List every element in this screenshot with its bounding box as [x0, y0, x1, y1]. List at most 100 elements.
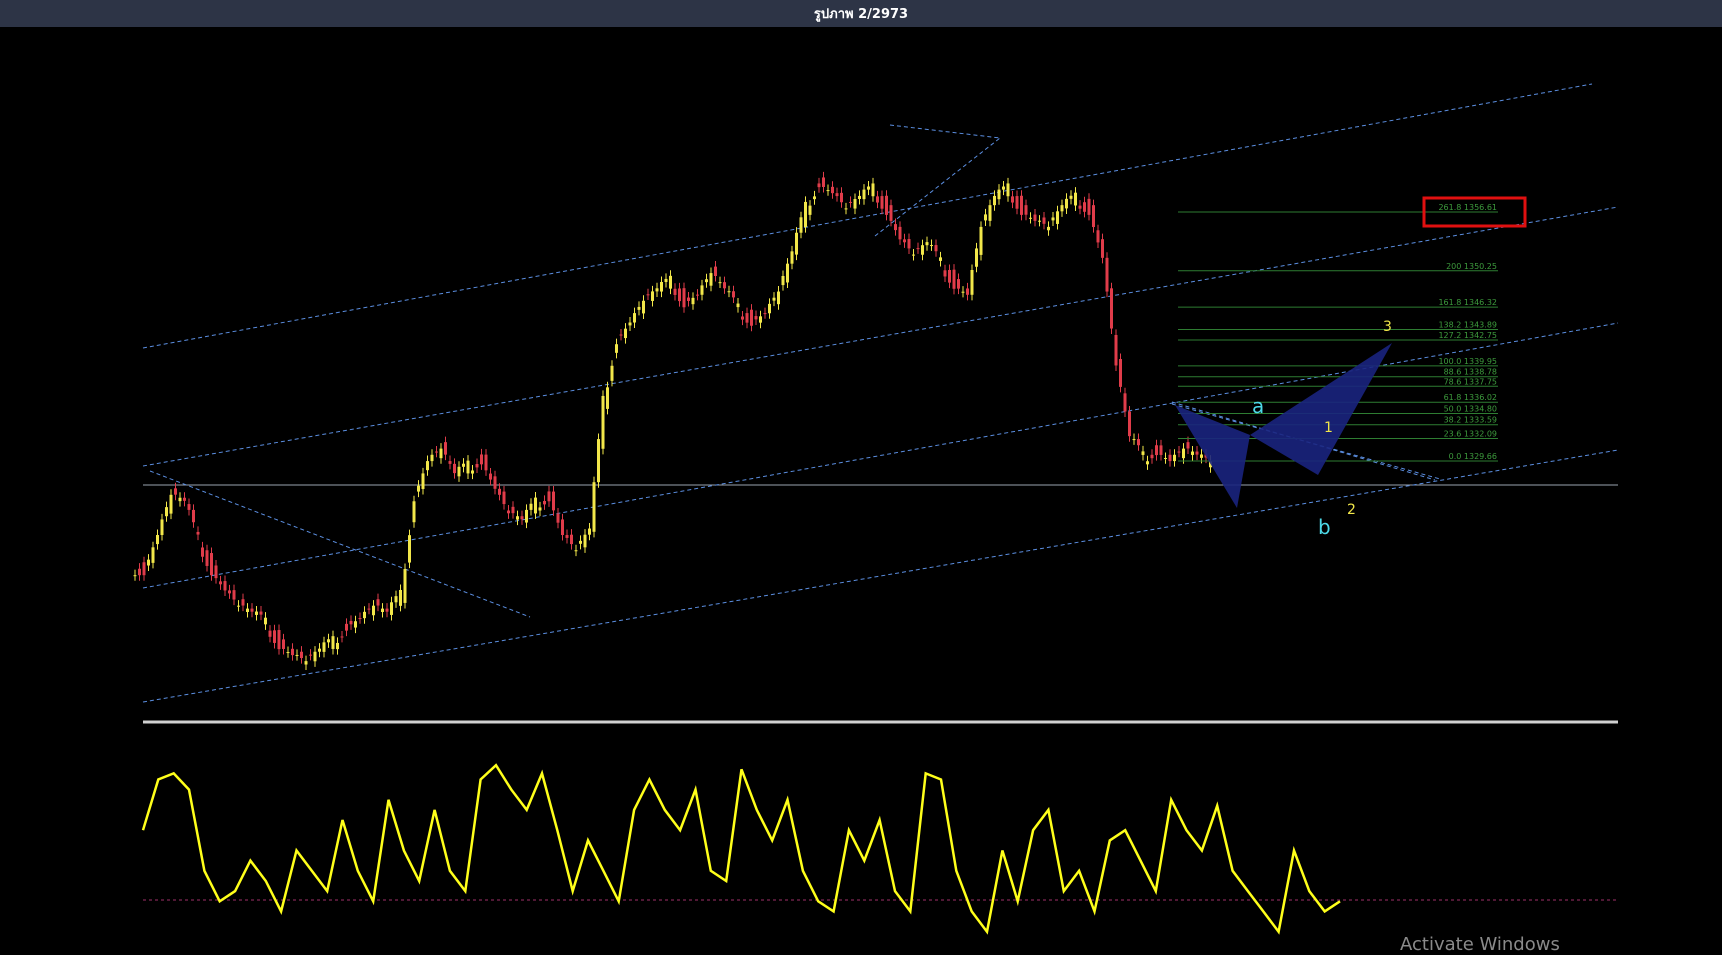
candle-body — [1200, 454, 1203, 458]
candle-body — [160, 519, 164, 536]
candle-body — [291, 648, 294, 656]
candle-body — [345, 623, 348, 631]
candle-body — [318, 648, 321, 652]
candle-body — [826, 190, 830, 192]
candle-body — [633, 313, 636, 323]
candle-body — [133, 575, 137, 577]
candle-body — [466, 460, 470, 474]
candle-body — [196, 531, 200, 535]
candle-body — [583, 534, 587, 548]
candle-body — [1105, 257, 1109, 292]
candle-body — [1020, 195, 1023, 215]
candle-body — [394, 596, 398, 603]
candle-body — [426, 461, 429, 471]
candle-body — [1042, 217, 1046, 224]
candle-body — [574, 550, 578, 552]
candle-body — [1024, 205, 1028, 215]
candle-body — [295, 654, 299, 656]
fib-label-200: 200 1350.25 — [1446, 262, 1497, 271]
candle-body — [561, 519, 564, 536]
candle-body — [772, 297, 776, 301]
candle-body — [1078, 205, 1082, 209]
candle-body — [637, 306, 641, 310]
candle-body — [750, 309, 753, 326]
candle-body — [385, 608, 389, 612]
candle-body — [930, 245, 933, 247]
candle-body — [610, 365, 614, 381]
candle-body — [201, 547, 204, 557]
candle-body — [534, 497, 537, 514]
candle-body — [1060, 205, 1064, 212]
candle-body — [588, 528, 591, 535]
candle-body — [705, 279, 708, 283]
candle-body — [507, 510, 510, 514]
candle-body — [1182, 448, 1185, 459]
candle-body — [912, 254, 915, 256]
wave-label-a: a — [1252, 394, 1264, 418]
candle-body — [952, 269, 956, 289]
candle-body — [871, 183, 875, 197]
candle-body — [552, 491, 555, 511]
candle-body — [898, 226, 902, 240]
candle-body — [1065, 198, 1068, 209]
candle-body — [178, 497, 182, 502]
candle-body — [606, 387, 609, 409]
candle-body — [237, 605, 240, 607]
candle-body — [187, 504, 191, 510]
candle-body — [142, 562, 146, 576]
candle-body — [777, 291, 780, 305]
candle-body — [817, 183, 821, 188]
candle-body — [520, 516, 524, 520]
candle-body — [1033, 214, 1037, 221]
candle-body — [205, 550, 209, 566]
fib-label-61.8: 61.8 1336.02 — [1444, 393, 1497, 402]
candle-body — [282, 639, 285, 649]
candle-body — [259, 611, 263, 615]
candle-body — [682, 288, 686, 308]
candle-body — [831, 186, 834, 194]
candle-body — [853, 199, 857, 209]
candle-body — [327, 639, 330, 643]
candle-body — [1123, 393, 1127, 412]
candle-body — [921, 245, 924, 255]
candle-body — [313, 651, 317, 662]
candle-body — [867, 186, 870, 190]
candle-body — [493, 476, 497, 489]
wave-label-3: 3 — [1383, 319, 1392, 335]
candle-body — [1006, 183, 1010, 197]
candle-body — [246, 608, 249, 613]
candle-body — [444, 442, 447, 455]
candle-body — [457, 466, 461, 477]
candle-body — [858, 195, 861, 200]
fib-label-0.0: 0.0 1329.66 — [1449, 452, 1497, 461]
candle-body — [1168, 454, 1172, 462]
candle-body — [664, 278, 668, 283]
candle-body — [543, 500, 546, 505]
price-chart: 261.8 1356.61200 1350.25161.8 1346.32138… — [0, 27, 1722, 952]
candle-body — [1056, 211, 1059, 224]
candle-body — [615, 344, 618, 353]
candle-body — [808, 205, 812, 215]
candle-body — [570, 534, 573, 545]
candle-body — [381, 608, 384, 613]
candle-body — [1110, 288, 1113, 329]
candle-body — [471, 470, 474, 474]
candle-body — [304, 661, 308, 665]
candle-body — [565, 535, 569, 538]
candle-body — [732, 291, 735, 298]
candle-body — [372, 605, 375, 616]
fib-label-127.2: 127.2 1342.75 — [1438, 331, 1497, 340]
candle-body — [340, 636, 344, 638]
candle-body — [993, 195, 996, 206]
candle-body — [646, 294, 650, 296]
candle-body — [273, 630, 276, 643]
wave-label-b: b — [1318, 515, 1331, 539]
candle-body — [1173, 454, 1176, 462]
candle-body — [210, 553, 213, 576]
candle-body — [835, 193, 839, 197]
candle-body — [1087, 198, 1091, 215]
candle-body — [1011, 196, 1014, 203]
candle-body — [768, 303, 771, 314]
fib-label-100.0: 100.0 1339.95 — [1438, 357, 1497, 366]
candle-body — [714, 266, 717, 276]
